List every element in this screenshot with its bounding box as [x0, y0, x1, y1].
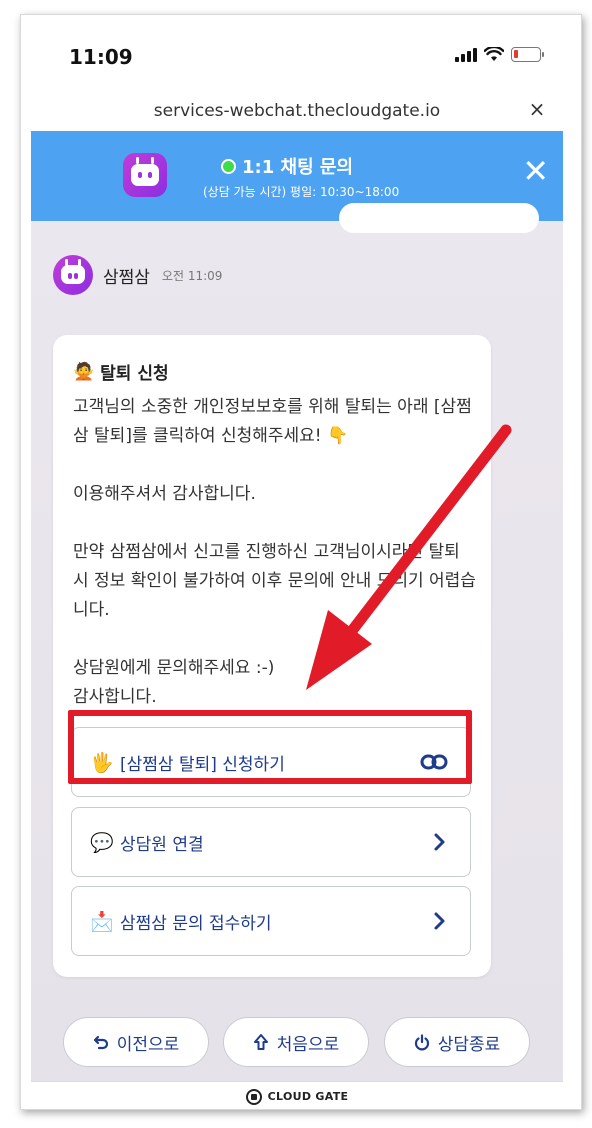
- footer-brand: CLOUD GATE: [267, 1090, 349, 1103]
- power-icon: [414, 1033, 429, 1050]
- chat-title: 1:1 채팅 문의: [221, 153, 353, 179]
- annotation-highlight-box: [68, 710, 472, 784]
- chat-area: 삼쩜삼 오전 11:09 🙅 탈퇴 신청 고객님의 소중한 개인정보보호를 위해…: [31, 203, 563, 1081]
- message-paragraph: 이용해주셔서 감사합니다.: [73, 484, 256, 504]
- speech-bubble-icon: 💬: [90, 831, 114, 854]
- signal-icon: [455, 47, 477, 62]
- chat-hours: (상담 가능 시간) 평일: 10:30~18:00: [203, 185, 400, 199]
- message-body: 고객님의 소중한 개인정보보호를 위해 탈퇴는 아래 [삼쩜삼 탈퇴]를 클릭하…: [73, 393, 477, 741]
- envelope-icon: 📩: [90, 910, 114, 933]
- submit-inquiry-button[interactable]: 📩 삼쩜삼 문의 접수하기: [71, 886, 471, 956]
- sender-name: 삼쩜삼: [103, 267, 150, 288]
- home-button[interactable]: 처음으로: [223, 1017, 369, 1067]
- connect-agent-label: 상담원 연결: [120, 834, 204, 855]
- person-gesturing-icon: 🙅: [73, 361, 95, 382]
- bot-avatar-icon: [123, 153, 167, 197]
- status-bar: 11:09: [31, 15, 563, 97]
- previous-message-bubble: [339, 203, 539, 233]
- browser-bar: services-webchat.thecloudgate.io ×: [31, 97, 563, 131]
- battery-icon: [511, 47, 544, 62]
- end-chat-button[interactable]: 상담종료: [384, 1017, 530, 1067]
- chat-title-text: 1:1 채팅 문의: [242, 157, 354, 178]
- sender-avatar-icon: [53, 255, 93, 295]
- url-text[interactable]: services-webchat.thecloudgate.io: [31, 101, 563, 121]
- message-paragraph: 고객님의 소중한 개인정보보호를 위해 탈퇴는 아래 [삼쩜삼 탈퇴]를 클릭하…: [73, 397, 472, 446]
- message-title: 🙅 탈퇴 신청: [73, 359, 169, 385]
- status-time: 11:09: [69, 45, 133, 69]
- back-label: 이전으로: [116, 1034, 180, 1055]
- phone-screen: 11:09 services-webchat.thecloudgate.io ×…: [31, 15, 563, 1109]
- status-icons: [455, 47, 544, 62]
- undo-icon: [93, 1035, 108, 1050]
- end-chat-label: 상담종료: [437, 1034, 501, 1055]
- submit-inquiry-label: 삼쩜삼 문의 접수하기: [120, 913, 272, 934]
- home-label: 처음으로: [276, 1034, 340, 1055]
- back-button[interactable]: 이전으로: [63, 1017, 209, 1067]
- cloud-gate-logo-icon: [245, 1088, 262, 1105]
- chevron-right-icon: [434, 833, 445, 851]
- connect-agent-button[interactable]: 💬 상담원 연결: [71, 807, 471, 877]
- arrow-up-icon: [253, 1034, 268, 1050]
- online-status-icon: [221, 158, 236, 174]
- message-sender: 삼쩜삼 오전 11:09: [53, 255, 222, 295]
- message-paragraph: 만약 삼쩜삼에서 신고를 진행하신 고객님이시라면 탈퇴 시 정보 확인이 불가…: [73, 542, 476, 620]
- message-time: 오전 11:09: [161, 268, 223, 283]
- wifi-icon: [484, 47, 504, 61]
- message-paragraph: 상담원에게 문의해주세요 :-) 감사합니다.: [73, 658, 275, 707]
- chevron-right-icon: [434, 912, 445, 930]
- footer: CLOUD GATE: [31, 1081, 563, 1109]
- browser-close-button[interactable]: ×: [525, 97, 549, 121]
- message-title-text: 탈퇴 신청: [100, 364, 169, 384]
- close-chat-button[interactable]: ✕: [522, 155, 549, 187]
- screenshot-frame: 11:09 services-webchat.thecloudgate.io ×…: [20, 14, 582, 1110]
- message-card: 🙅 탈퇴 신청 고객님의 소중한 개인정보보호를 위해 탈퇴는 아래 [삼쩜삼 …: [53, 335, 491, 977]
